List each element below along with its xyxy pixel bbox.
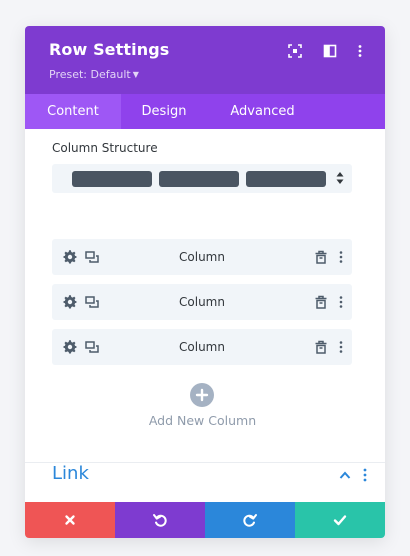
more-vertical-icon[interactable] xyxy=(334,295,348,309)
column-structure-label: Column Structure xyxy=(52,141,158,155)
tab-design[interactable]: Design xyxy=(121,94,207,129)
link-section-title[interactable]: Link xyxy=(52,463,89,484)
discard-button[interactable] xyxy=(25,502,115,538)
expand-icon[interactable] xyxy=(288,44,302,58)
check-icon xyxy=(333,515,347,526)
plus-icon xyxy=(195,388,209,402)
chevron-up-icon[interactable] xyxy=(339,470,351,480)
column-structure-select[interactable] xyxy=(52,164,352,193)
trash-icon[interactable] xyxy=(314,295,328,309)
gear-icon[interactable] xyxy=(63,250,77,264)
preset-label: Preset: Default xyxy=(49,68,131,81)
modal-title: Row Settings xyxy=(49,40,170,59)
modal-header: Row Settings Preset: Default ▼ xyxy=(25,26,385,94)
gear-icon[interactable] xyxy=(63,295,77,309)
close-icon xyxy=(65,515,75,525)
structure-column-preview xyxy=(246,171,326,187)
more-vertical-icon[interactable] xyxy=(360,468,370,482)
save-button[interactable] xyxy=(295,502,385,538)
more-vertical-icon[interactable] xyxy=(334,340,348,354)
select-arrows-icon xyxy=(336,171,344,185)
redo-button[interactable] xyxy=(205,502,295,538)
column-item[interactable]: Column xyxy=(52,284,352,320)
more-vertical-icon[interactable] xyxy=(353,44,367,58)
trash-icon[interactable] xyxy=(314,340,328,354)
action-footer xyxy=(25,502,385,538)
content-panel: Column Structure Column Column Column Ad… xyxy=(25,129,385,502)
redo-icon xyxy=(243,514,257,527)
preset-dropdown[interactable]: Preset: Default ▼ xyxy=(49,68,139,81)
column-item[interactable]: Column xyxy=(52,239,352,275)
structure-column-preview xyxy=(159,171,239,187)
trash-icon[interactable] xyxy=(314,250,328,264)
duplicate-icon[interactable] xyxy=(85,250,99,264)
duplicate-icon[interactable] xyxy=(85,340,99,354)
row-settings-modal: Row Settings Preset: Default ▼ Content De… xyxy=(25,26,385,538)
tab-advanced[interactable]: Advanced xyxy=(215,94,310,129)
undo-icon xyxy=(153,514,167,527)
tab-bar: Content Design Advanced xyxy=(25,94,385,129)
add-new-column-label[interactable]: Add New Column xyxy=(25,413,380,428)
structure-column-preview xyxy=(72,171,152,187)
caret-down-icon: ▼ xyxy=(132,70,139,79)
sidebar-toggle-icon[interactable] xyxy=(323,44,337,58)
more-vertical-icon[interactable] xyxy=(334,250,348,264)
undo-button[interactable] xyxy=(115,502,205,538)
duplicate-icon[interactable] xyxy=(85,295,99,309)
gear-icon[interactable] xyxy=(63,340,77,354)
column-item[interactable]: Column xyxy=(52,329,352,365)
tab-content[interactable]: Content xyxy=(25,94,121,129)
add-column-button[interactable] xyxy=(190,383,214,407)
